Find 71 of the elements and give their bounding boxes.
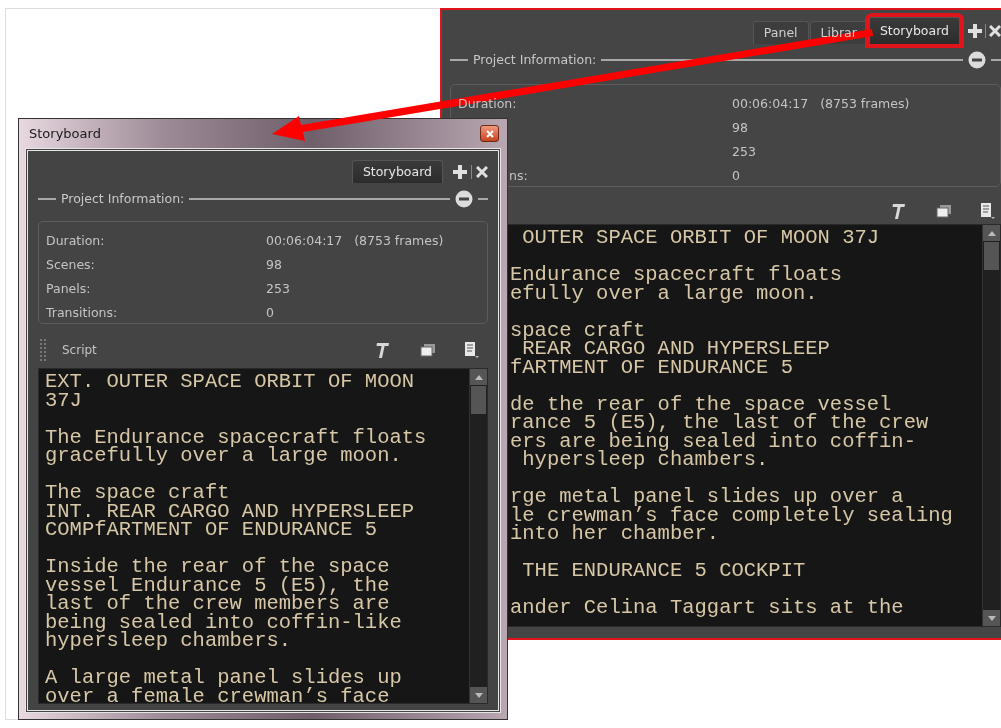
info-label: ns: xyxy=(509,167,528,183)
collapse-icon[interactable] xyxy=(455,190,473,208)
scroll-down-icon[interactable] xyxy=(987,615,996,621)
info-label: Duration: xyxy=(46,232,105,248)
script-line: being sealed into coffin-like xyxy=(45,613,403,632)
info-value: 253 xyxy=(732,142,756,161)
document-menu-icon[interactable] xyxy=(464,341,480,359)
info-value: 00:06:04:17 (8753 frames) xyxy=(732,94,910,113)
add-icon[interactable] xyxy=(453,165,467,179)
script-line: over a female crewman’s face xyxy=(45,687,390,703)
script-line: Endurance spacecraft floats xyxy=(510,266,844,285)
script-line: le crewman’s face completely sealing xyxy=(510,506,954,525)
section-title: Project Information: xyxy=(61,189,185,208)
script-line: into her chamber. xyxy=(510,525,721,544)
script-line: ander Celina Taggart sits at the xyxy=(510,599,905,618)
info-value: 98 xyxy=(732,118,748,137)
script-line: rance 5 (E5), the last of the crew xyxy=(510,414,930,433)
grip-handle-icon[interactable] xyxy=(40,339,46,361)
close-icon xyxy=(485,129,494,138)
script-line: gracefully over a large moon. xyxy=(45,447,403,466)
script-line: hypersleep chambers. xyxy=(45,632,293,651)
script-line: THE ENDURANCE 5 COCKPIT xyxy=(521,562,807,581)
window-title: Storyboard xyxy=(29,124,101,143)
script-line: efully over a large moon. xyxy=(510,284,819,303)
document-menu-icon[interactable] xyxy=(980,202,996,220)
text-style-icon[interactable] xyxy=(890,202,906,220)
script-line: fARTMENT OF ENDURANCE 5 xyxy=(510,358,794,377)
script-line: de the rear of the space vessel xyxy=(510,395,893,414)
windows-icon[interactable] xyxy=(936,204,952,218)
script-line: rge metal panel slides up over a xyxy=(510,488,904,507)
info-label: Duration: xyxy=(458,95,517,111)
add-icon[interactable] xyxy=(968,23,982,38)
script-line: ers are being sealed into coffin- xyxy=(510,432,917,451)
info-value: 0 xyxy=(732,166,740,185)
script-line: 37J xyxy=(45,391,83,410)
info-value: 0 xyxy=(266,303,274,322)
script-line: A large metal panel slides up xyxy=(45,669,403,688)
script-line: The space craft xyxy=(45,484,231,503)
script-line: INT. REAR CARGO AND HYPERSLEEP xyxy=(45,502,416,521)
scroll-down-icon[interactable] xyxy=(474,692,483,698)
script-line: last of the crew members are xyxy=(45,595,390,614)
script-line: COMPfARTMENT OF ENDURANCE 5 xyxy=(45,521,379,540)
scroll-thumb[interactable] xyxy=(984,242,999,270)
script-line: space craft xyxy=(510,321,647,340)
info-label: Scenes: xyxy=(46,256,95,272)
close-icon[interactable] xyxy=(989,24,1001,37)
scroll-up-icon[interactable] xyxy=(987,230,996,236)
close-button[interactable] xyxy=(480,125,499,142)
script-line: vessel Endurance 5 (E5), the xyxy=(45,576,391,595)
script-line: Inside the rear of the space xyxy=(45,558,391,577)
script-line: OUTER SPACE ORBIT OF MOON 37J xyxy=(521,229,881,248)
collapse-icon[interactable] xyxy=(968,51,986,69)
scroll-thumb[interactable] xyxy=(471,386,486,414)
script-line: hypersleep chambers. xyxy=(521,451,770,470)
info-label: Panels: xyxy=(46,280,91,296)
script-line: REAR CARGO AND HYPERSLEEP xyxy=(522,340,831,359)
section-title: Project Information: xyxy=(473,50,597,69)
info-value: 98 xyxy=(266,255,282,274)
windows-icon[interactable] xyxy=(420,343,436,357)
panel-title: Script xyxy=(62,342,97,359)
info-value: 253 xyxy=(266,279,290,298)
tab[interactable]: Storyboard xyxy=(351,160,443,183)
script-line: EXT. OUTER SPACE ORBIT OF MOON xyxy=(45,373,416,392)
info-value: 00:06:04:17 (8753 frames) xyxy=(266,231,444,250)
close-icon[interactable] xyxy=(476,166,488,178)
text-style-icon[interactable] xyxy=(374,341,390,359)
tab[interactable]: Panel xyxy=(752,21,809,44)
info-label: Transitions: xyxy=(46,304,118,320)
script-editor[interactable] xyxy=(38,368,488,704)
scroll-up-icon[interactable] xyxy=(474,374,483,380)
script-line: The Endurance spacecraft floats xyxy=(45,428,428,447)
